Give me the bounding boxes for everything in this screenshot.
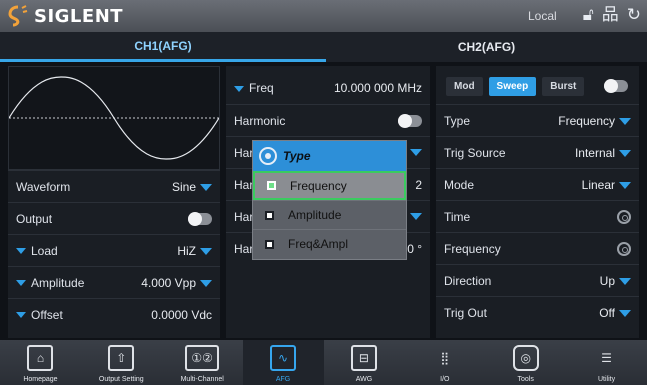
remote-status: Local bbox=[528, 9, 557, 23]
chevron-down-icon bbox=[619, 309, 631, 317]
chevron-down-icon bbox=[410, 213, 422, 220]
gear-icon[interactable] bbox=[617, 209, 631, 224]
channel-tabs: CH1(AFG) CH2(AFG) bbox=[0, 32, 647, 62]
brand-name: SIGLENT bbox=[34, 5, 124, 27]
ch1-panel: Waveform Sine Output Load HiZ Amplitude … bbox=[8, 66, 220, 338]
checkbox-icon bbox=[265, 210, 274, 220]
nav-afg[interactable]: ∿ AFG bbox=[242, 340, 324, 385]
siglent-logo: SIGLENT bbox=[0, 0, 123, 32]
home-icon: ⌂ bbox=[27, 345, 54, 371]
option-amplitude[interactable]: Amplitude bbox=[253, 200, 406, 229]
popup-header: Type bbox=[253, 141, 406, 171]
chevron-down-icon bbox=[619, 181, 631, 189]
chevron-down-icon bbox=[234, 85, 244, 92]
nav-homepage[interactable]: ⌂ Homepage bbox=[0, 340, 81, 385]
chevron-down-icon bbox=[200, 183, 212, 191]
sweep-mode-row[interactable]: Mode Linear bbox=[436, 168, 639, 200]
burst-button[interactable]: Burst bbox=[542, 76, 585, 96]
mod-button[interactable]: Mod bbox=[446, 76, 483, 96]
load-row[interactable]: Load HiZ bbox=[8, 234, 220, 266]
afg-icon: ∿ bbox=[270, 345, 297, 371]
option-freq-ampl[interactable]: Freq&Ampl bbox=[253, 229, 406, 258]
chevron-down-icon bbox=[16, 280, 26, 287]
sweep-panel: Mod Sweep Burst Type Frequency Trig Sour… bbox=[436, 66, 639, 338]
chevron-down-icon bbox=[619, 277, 631, 285]
output-toggle[interactable] bbox=[188, 211, 212, 226]
tab-ch1[interactable]: CH1(AFG) bbox=[0, 32, 326, 62]
chevron-down-icon bbox=[200, 279, 212, 287]
option-frequency[interactable]: Frequency bbox=[253, 171, 406, 200]
type-popup: Type Frequency Amplitude Freq&Ampl bbox=[252, 140, 407, 260]
sweep-type-row[interactable]: Type Frequency bbox=[436, 104, 639, 136]
offset-row[interactable]: Offset 0.0000 Vdc bbox=[8, 298, 220, 330]
output-setting-icon: ⇧ bbox=[108, 345, 135, 371]
chevron-down-icon bbox=[16, 248, 26, 255]
mode-bar: Mod Sweep Burst bbox=[436, 66, 639, 106]
sweep-time-row[interactable]: Time bbox=[436, 200, 639, 232]
awg-icon: ⊟ bbox=[350, 345, 377, 371]
utility-icon: ☰ bbox=[601, 351, 612, 365]
network-icon[interactable]: 品 bbox=[602, 5, 619, 25]
chevron-down-icon bbox=[410, 149, 422, 156]
sweep-toggle[interactable] bbox=[604, 79, 629, 93]
waveform-row[interactable]: Waveform Sine bbox=[8, 170, 220, 202]
waveform-preview bbox=[8, 66, 220, 170]
checkbox-icon bbox=[267, 181, 276, 190]
checkbox-icon bbox=[265, 239, 274, 249]
chevron-down-icon bbox=[200, 247, 212, 255]
sweep-frequency-row[interactable]: Frequency bbox=[436, 232, 639, 264]
freq-row[interactable]: Freq 10.000 000 MHz bbox=[226, 72, 430, 104]
multi-channel-icon: ①② bbox=[185, 345, 220, 371]
top-bar: SIGLENT Local 🔓︎ 品 ↻ bbox=[0, 0, 647, 32]
refresh-icon[interactable]: ↻ bbox=[627, 5, 641, 25]
nav-io[interactable]: ⣿ I/O bbox=[404, 340, 485, 385]
nav-multi-channel[interactable]: ①② Multi-Channel bbox=[162, 340, 243, 385]
direction-row[interactable]: Direction Up bbox=[436, 264, 639, 296]
amplitude-row[interactable]: Amplitude 4.000 Vpp bbox=[8, 266, 220, 298]
siglent-logo-mark-icon bbox=[8, 5, 28, 27]
nav-tools[interactable]: ◎ Tools bbox=[485, 340, 566, 385]
harmonic-toggle[interactable] bbox=[398, 113, 422, 128]
tab-ch2[interactable]: CH2(AFG) bbox=[326, 32, 647, 62]
trig-out-row[interactable]: Trig Out Off bbox=[436, 296, 639, 328]
tools-icon: ◎ bbox=[512, 345, 539, 371]
bottom-nav: ⌂ Homepage ⇧ Output Setting ①② Multi-Cha… bbox=[0, 340, 647, 385]
gear-icon bbox=[259, 147, 277, 165]
harmonic-row[interactable]: Harmonic bbox=[226, 104, 430, 136]
output-row[interactable]: Output bbox=[8, 202, 220, 234]
nav-output-setting[interactable]: ⇧ Output Setting bbox=[81, 340, 162, 385]
popup-title: Type bbox=[283, 149, 311, 163]
nav-awg[interactable]: ⊟ AWG bbox=[324, 340, 405, 385]
io-icon: ⣿ bbox=[440, 351, 450, 365]
nav-utility[interactable]: ☰ Utility bbox=[566, 340, 647, 385]
lock-icon[interactable]: 🔓︎ bbox=[583, 5, 594, 25]
chevron-down-icon bbox=[16, 312, 26, 319]
trig-source-row[interactable]: Trig Source Internal bbox=[436, 136, 639, 168]
sweep-button[interactable]: Sweep bbox=[488, 76, 537, 96]
gear-icon[interactable] bbox=[617, 241, 631, 256]
chevron-down-icon bbox=[619, 149, 631, 157]
chevron-down-icon bbox=[619, 117, 631, 125]
